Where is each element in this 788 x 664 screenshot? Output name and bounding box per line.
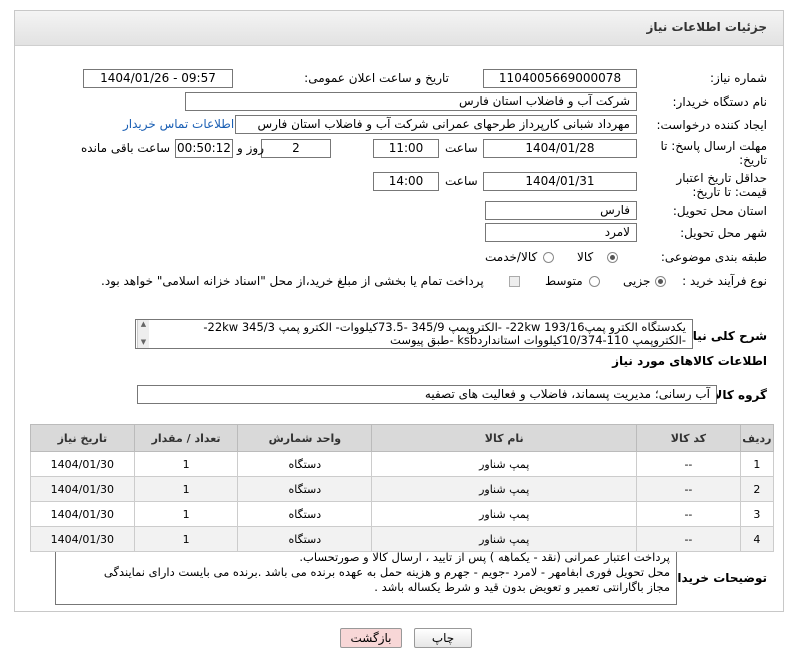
buyer-notes-line-1: پرداخت اعتبار عمرانی (نقد - یکماهه ) پس … [299, 550, 670, 564]
city-label: شهر محل تحویل: [680, 226, 767, 240]
cell-qty: 1 [133, 451, 239, 477]
cell-row: 4 [739, 526, 775, 552]
need-number-label: شماره نیاز: [710, 71, 767, 85]
cell-date: 1404/01/30 [30, 526, 135, 552]
table-header-row: ردیف کد کالا نام کالا واحد شمارش تعداد /… [30, 424, 775, 452]
cell-row: 1 [739, 451, 775, 477]
scroll-down-icon[interactable]: ▼ [138, 338, 149, 347]
process-partial-radio[interactable] [655, 276, 666, 287]
cell-unit: دستگاه [237, 451, 373, 477]
cell-date: 1404/01/30 [30, 476, 135, 502]
back-button[interactable]: بازگشت [340, 628, 402, 648]
cell-qty: 1 [133, 501, 239, 527]
col-name-header: نام کالا [371, 424, 638, 452]
goods-group-field: آب رسانی؛ مدیریت پسماند، فاضلاب و فعالیت… [137, 385, 717, 404]
cell-code: -- [636, 476, 741, 502]
buyer-org-label: نام دستگاه خریدار: [672, 95, 768, 109]
col-unit-header: واحد شمارش [237, 424, 373, 452]
days-field: 2 [261, 139, 331, 158]
cell-name: پمپ شناور [371, 451, 638, 477]
deadline-time-label: ساعت [445, 141, 478, 155]
contact-buyer-link[interactable]: اطلاعات تماس خریدار [123, 117, 234, 131]
buyer-notes-line-3: مجاز باگارانتی تعمیر و تعویض بدون قید و … [374, 580, 670, 594]
validity-label: حداقل تاریخ اعتبار قیمت: تا تاریخ: [676, 171, 767, 199]
creator-label: ایجاد کننده درخواست: [656, 118, 767, 132]
process-medium-label: متوسط [545, 274, 583, 288]
col-code-header: کد کالا [636, 424, 741, 452]
cell-unit: دستگاه [237, 476, 373, 502]
description-scrollbar[interactable]: ▲ ▼ [137, 320, 149, 348]
cell-name: پمپ شناور [371, 526, 638, 552]
category-goods-service-label: کالا/خدمت [485, 250, 538, 264]
announce-field: 1404/01/26 - 09:57 [83, 69, 233, 88]
cell-code: -- [636, 501, 741, 527]
days-label: روز و [237, 141, 264, 155]
cell-date: 1404/01/30 [30, 451, 135, 477]
items-table: ردیف کد کالا نام کالا واحد شمارش تعداد /… [30, 424, 775, 552]
announce-label: تاریخ و ساعت اعلان عمومی: [304, 71, 449, 85]
need-number-field: 1104005669000078 [483, 69, 637, 88]
process-label: نوع فرآیند خرید : [682, 274, 767, 288]
panel-title: جزئیات اطلاعات نیاز [646, 20, 767, 34]
print-button[interactable]: چاپ [414, 628, 472, 648]
cell-date: 1404/01/30 [30, 501, 135, 527]
table-row: 3 -- پمپ شناور دستگاه 1 1404/01/30 [30, 501, 775, 527]
deadline-time-field: 11:00 [373, 139, 439, 158]
remaining-time-field: 00:50:12 [175, 139, 233, 158]
cell-name: پمپ شناور [371, 501, 638, 527]
cell-unit: دستگاه [237, 501, 373, 527]
category-goods-label: کالا [577, 250, 594, 264]
cell-code: -- [636, 451, 741, 477]
col-date-header: تاریخ نیاز [30, 424, 135, 452]
category-label: طبقه بندی موضوعی: [660, 250, 767, 264]
category-goods-radio[interactable] [607, 252, 618, 263]
process-partial-label: جزیی [623, 274, 651, 288]
deadline-label: مهلت ارسال پاسخ: تا تاریخ: [660, 139, 767, 167]
province-field: فارس [485, 201, 637, 220]
city-field: لامرد [485, 223, 637, 242]
buyer-notes-line-2: محل تحویل فوری ابفامهر - لامرد -جویم - ج… [103, 565, 670, 579]
panel-header: جزئیات اطلاعات نیاز [15, 11, 783, 46]
buyer-org-field: شرکت آب و فاضلاب استان فارس [185, 92, 637, 111]
table-row: 4 -- پمپ شناور دستگاه 1 1404/01/30 [30, 526, 775, 552]
col-qty-header: تعداد / مقدار [133, 424, 239, 452]
cell-qty: 1 [133, 526, 239, 552]
cell-row: 3 [739, 501, 775, 527]
category-goods-service-radio[interactable] [543, 252, 554, 263]
cell-code: -- [636, 526, 741, 552]
goods-section-title: اطلاعات کالاهای مورد نیاز [612, 354, 767, 368]
buyer-notes-textarea[interactable]: پرداخت اعتبار عمرانی (نقد - یکماهه ) پس … [55, 547, 677, 605]
scroll-up-icon[interactable]: ▲ [138, 320, 149, 329]
payment-note: پرداخت تمام یا بخشی از مبلغ خرید،از محل … [101, 274, 484, 288]
description-line-2: -الکتروپمپ 110-10/374کیلووات استانداردks… [390, 333, 686, 347]
table-row: 1 -- پمپ شناور دستگاه 1 1404/01/30 [30, 451, 775, 477]
description-label: شرح کلی نیاز: [681, 329, 767, 343]
validity-time-label: ساعت [445, 174, 478, 188]
process-medium-radio[interactable] [589, 276, 600, 287]
creator-field: مهرداد شبانی کارپرداز طرحهای عمرانی شرکت… [235, 115, 637, 134]
col-row-header: ردیف [739, 424, 775, 452]
cell-qty: 1 [133, 476, 239, 502]
validity-date-field: 1404/01/31 [483, 172, 637, 191]
description-textarea[interactable]: یکدستگاه الکترو پمپ193/16 22kw- -الکتروپ… [135, 319, 693, 349]
remaining-label: ساعت باقی مانده [81, 141, 171, 155]
deadline-date-field: 1404/01/28 [483, 139, 637, 158]
goods-group-label: گروه کالا: [708, 388, 767, 402]
province-label: استان محل تحویل: [672, 204, 767, 218]
payment-checkbox[interactable] [509, 276, 520, 287]
cell-unit: دستگاه [237, 526, 373, 552]
buyer-notes-label: توضیحات خریدار: [665, 571, 767, 585]
table-row: 2 -- پمپ شناور دستگاه 1 1404/01/30 [30, 476, 775, 502]
cell-name: پمپ شناور [371, 476, 638, 502]
validity-time-field: 14:00 [373, 172, 439, 191]
cell-row: 2 [739, 476, 775, 502]
